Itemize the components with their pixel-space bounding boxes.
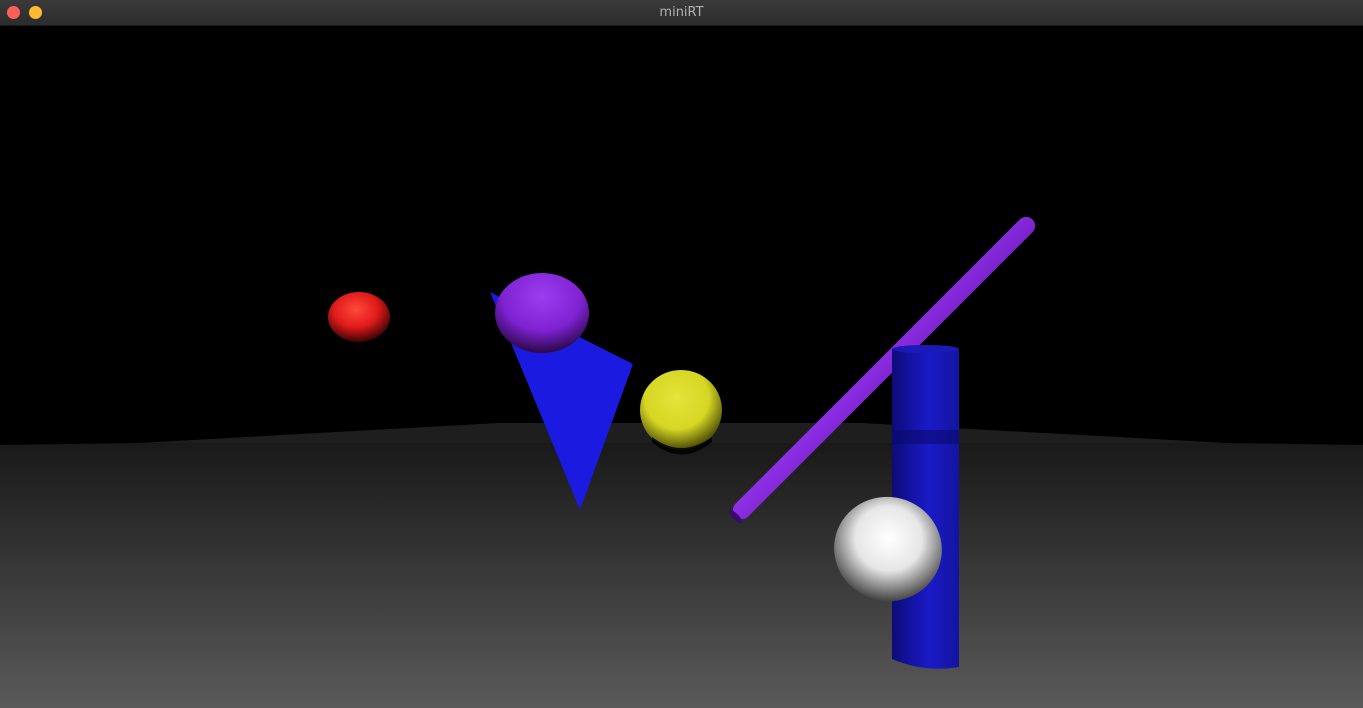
floor-plane: [0, 423, 1363, 708]
window-title: miniRT: [659, 5, 704, 20]
red-sphere: [328, 292, 390, 342]
render-viewport: [0, 27, 1363, 708]
rendered-scene: [0, 27, 1363, 708]
title-bar[interactable]: miniRT: [0, 0, 1363, 26]
purple-sphere: [495, 273, 589, 353]
minirt-window: miniRT: [0, 0, 1363, 708]
